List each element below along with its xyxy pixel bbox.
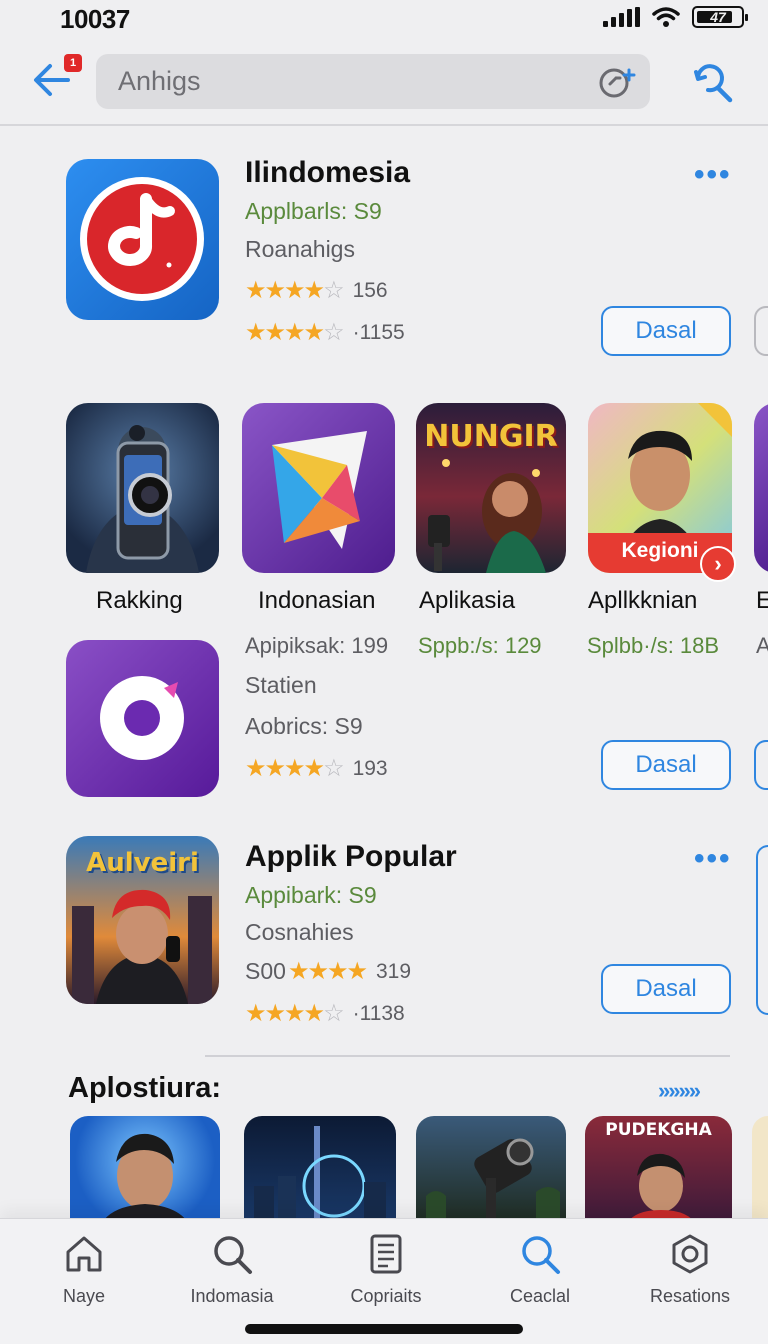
section-thumb-poster[interactable]: PUDEKGHA xyxy=(585,1116,732,1226)
camera-icon xyxy=(426,1138,560,1226)
star-rating-icon: ★★★★☆ xyxy=(245,319,345,346)
star-rating-icon: ★★★★ xyxy=(287,958,368,985)
popular-app-subtitle: Appibark: S9 xyxy=(245,882,377,908)
game-poster-title: Aulveiri xyxy=(86,848,199,878)
app-tile-sub: A xyxy=(756,633,768,658)
section-divider xyxy=(205,1055,730,1057)
app-tile-sub: Splbb·/s: 18B xyxy=(587,633,720,658)
section-thumb-portrait[interactable] xyxy=(70,1116,220,1226)
app-tile-icon-partial[interactable] xyxy=(754,403,768,573)
rating-prefix: S00 xyxy=(245,958,286,984)
section-title: Aplostiura: xyxy=(68,1072,222,1104)
second-app-rating: ★★★★☆ 193 xyxy=(245,754,388,783)
app-tile-label[interactable]: Indonasian xyxy=(258,587,375,615)
featured-app-subtitle: Applbarls: S9 xyxy=(245,198,382,224)
second-app-line1: Statien xyxy=(245,672,317,698)
music-note-icon xyxy=(80,177,204,301)
rating-count: ·1138 xyxy=(352,1001,405,1025)
carousel-next-icon[interactable]: › xyxy=(700,546,736,582)
app-tile-sub: Sppb:/s: 129 xyxy=(418,633,542,658)
status-icons: 47 xyxy=(603,6,748,28)
ring-logo-icon xyxy=(100,676,184,760)
signal-icon xyxy=(603,7,640,27)
section-thumb-partial[interactable] xyxy=(752,1116,768,1226)
star-rating-icon: ★★★★☆ xyxy=(245,1000,345,1027)
app-tile-icon-camera[interactable] xyxy=(66,403,219,573)
popular-rating-2: ★★★★☆ ·1138 xyxy=(245,999,405,1028)
more-options-icon[interactable]: ••• xyxy=(694,158,732,192)
app-tile-label[interactable]: E xyxy=(756,587,768,615)
person-portrait-icon xyxy=(100,1133,190,1226)
rating-count: 319 xyxy=(376,959,412,983)
featured-get-button[interactable]: Dasal xyxy=(601,306,731,356)
battery-level: 47 xyxy=(710,9,726,25)
rating-count: ·1155 xyxy=(352,320,405,344)
tab-resations[interactable]: Resations xyxy=(620,1232,760,1307)
wifi-icon xyxy=(652,7,680,27)
tab-label: Copriaits xyxy=(350,1286,422,1306)
featured-rating-2: ★★★★☆ ·1155 xyxy=(245,318,405,347)
section-thumb-city[interactable] xyxy=(244,1116,396,1226)
poster-title: PUDEKGHA xyxy=(605,1120,712,1140)
tab-label: Naye xyxy=(62,1286,106,1306)
popular-rating-1: S00 ★★★★ 319 xyxy=(245,957,411,986)
play-store-icon xyxy=(272,431,367,549)
document-icon xyxy=(370,1234,402,1274)
app-tile-label[interactable]: Apllkknian xyxy=(588,587,697,615)
tab-home[interactable]: Naye xyxy=(14,1232,154,1307)
offscreen-button-edge xyxy=(754,740,768,790)
rating-count: 156 xyxy=(352,278,388,302)
tab-ceaclal[interactable]: Ceaclal xyxy=(470,1232,610,1307)
app-tile-label[interactable]: Aplikasia xyxy=(419,587,515,615)
rating-count: 193 xyxy=(352,756,388,780)
featured-rating-1: ★★★★☆ 156 xyxy=(245,276,388,305)
movie-poster-title: NUNGIR xyxy=(424,419,558,454)
battery-icon: 47 xyxy=(692,6,748,28)
app-tile-label[interactable]: Rakking xyxy=(96,587,183,615)
popular-app-category: Cosnahies xyxy=(245,919,354,945)
offscreen-button-edge xyxy=(754,306,768,356)
city-night-icon xyxy=(254,1126,386,1226)
home-indicator[interactable] xyxy=(245,1324,523,1334)
notification-badge: 1 xyxy=(64,54,82,72)
app-tile-icon-play[interactable] xyxy=(242,403,395,573)
tab-label: Resations xyxy=(649,1286,731,1306)
more-options-icon[interactable]: ••• xyxy=(694,842,732,876)
search-icon xyxy=(522,1236,560,1274)
popular-get-button[interactable]: Dasal xyxy=(601,964,731,1014)
search-input-value: Anhigs xyxy=(118,66,201,96)
offscreen-card-edge xyxy=(756,845,768,1015)
tab-label: Ceaclal xyxy=(509,1286,571,1306)
second-app-get-button[interactable]: Dasal xyxy=(601,740,731,790)
status-time: 10037 xyxy=(60,4,130,34)
popular-app-icon[interactable]: Aulveiri xyxy=(66,836,219,1004)
popular-app-title[interactable]: Applik Popular xyxy=(245,840,457,874)
featured-app-title[interactable]: Ilindomesia xyxy=(245,156,410,190)
hexagon-icon xyxy=(672,1234,708,1274)
search-icon xyxy=(214,1236,252,1274)
app-tile-icon-movie[interactable]: NUNGIR xyxy=(416,403,566,573)
tab-label: Indomasia xyxy=(190,1286,274,1306)
camera-phone-icon xyxy=(86,425,199,573)
tab-indomasia[interactable]: Indomasia xyxy=(162,1232,302,1307)
app-tile-sub: Apipiksak: 199 xyxy=(245,633,389,658)
star-rating-icon: ★★★★☆ xyxy=(245,755,345,782)
star-rating-icon: ★★★★☆ xyxy=(245,277,345,304)
second-app-line2: Aobrics: S9 xyxy=(245,713,363,739)
see-more-arrows-icon[interactable]: »»»» xyxy=(658,1078,701,1104)
second-app-icon[interactable] xyxy=(66,640,219,797)
section-thumb-camera[interactable] xyxy=(416,1116,566,1226)
featured-app-category: Roanahigs xyxy=(245,236,355,262)
tab-copriaits[interactable]: Copriaits xyxy=(316,1232,456,1307)
search-history-icon[interactable] xyxy=(596,62,642,102)
search-icon[interactable] xyxy=(688,58,736,106)
home-icon xyxy=(66,1236,102,1272)
featured-app-icon[interactable] xyxy=(66,159,219,320)
